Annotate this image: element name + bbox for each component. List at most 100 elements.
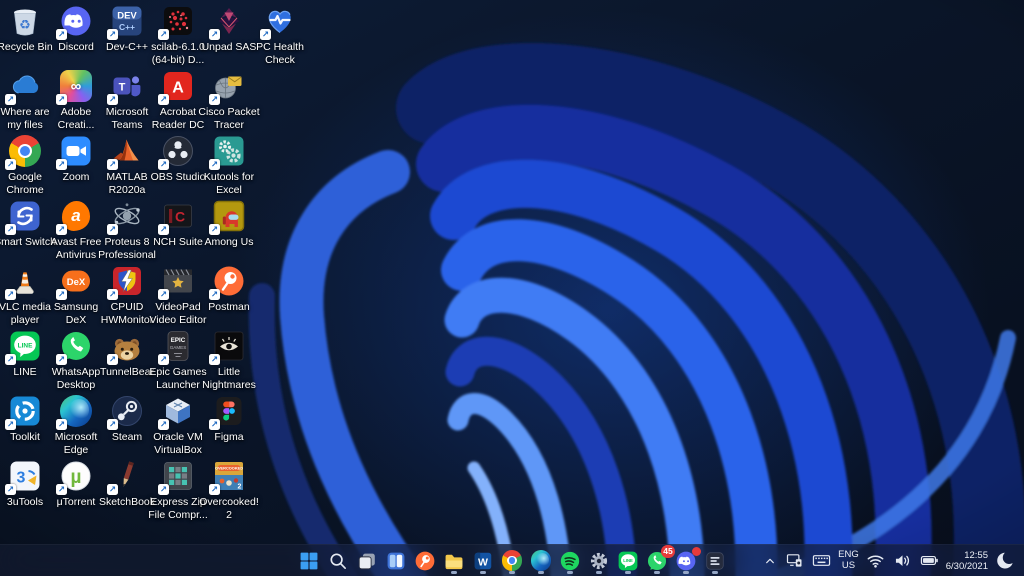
running-indicator <box>683 571 689 574</box>
desktop-icon-label: 3uTools <box>6 496 44 508</box>
running-indicator <box>712 571 718 574</box>
display-audio-icon[interactable] <box>784 550 805 571</box>
running-indicator <box>567 571 573 574</box>
svg-text:LINE: LINE <box>623 557 633 562</box>
taskbar-whatsapp-button[interactable]: 45 <box>644 544 675 575</box>
shortcut-arrow-overlay: ↗ <box>56 289 67 300</box>
volume-icon[interactable] <box>892 550 913 571</box>
desktop-icon-pc-health[interactable]: ↗ PC Health Check <box>245 4 315 66</box>
steam-icon: ↗ <box>107 394 144 430</box>
onedrive-icon: ↗ <box>5 69 42 105</box>
taskbar-settings-button[interactable] <box>586 547 612 575</box>
taskbar-search-button[interactable] <box>325 547 351 575</box>
taskbar-edge-button[interactable] <box>528 547 554 575</box>
shortcut-arrow-overlay: ↗ <box>209 159 220 170</box>
shortcut-arrow-overlay: ↗ <box>158 29 169 40</box>
desktop-icon-cisco-pt[interactable]: ↗ Cisco Packet Tracer <box>194 69 264 131</box>
pc-health-icon: ↗ <box>260 4 297 40</box>
language-line2: US <box>841 559 856 571</box>
shortcut-arrow-overlay: ↗ <box>209 419 220 430</box>
desktop-icon-label: Postman <box>208 301 250 313</box>
shortcut-arrow-overlay: ↗ <box>56 94 67 105</box>
shortcut-arrow-overlay: ↗ <box>56 419 67 430</box>
svg-text:DeX: DeX <box>67 277 86 288</box>
taskbar-widgets-button[interactable] <box>383 547 409 575</box>
shortcut-arrow-overlay: ↗ <box>56 484 67 495</box>
taskbar-chrome-button[interactable] <box>499 547 525 575</box>
taskbar-line-button[interactable]: LINE <box>615 547 641 575</box>
proteus-icon: ↗ <box>107 199 144 235</box>
desktop-icon-label: PC Health Check <box>256 41 304 66</box>
kutools-icon: ↗ <box>209 134 246 170</box>
little-nightmares-icon: ↗ <box>209 329 246 365</box>
avast-icon: a ↗ <box>56 199 93 235</box>
taskbar-file-explorer-button[interactable] <box>441 547 467 575</box>
desktop-icon-label: Overcooked! 2 <box>199 496 259 521</box>
desktop-icon-label: Toolkit <box>10 431 40 443</box>
virtualbox-icon: ↗ <box>158 394 195 430</box>
shortcut-arrow-overlay: ↗ <box>107 419 118 430</box>
taskbar-spotify-button[interactable] <box>557 547 583 575</box>
desktop-icon-kutools[interactable]: ↗ Kutools for Excel <box>194 134 264 196</box>
shortcut-arrow-overlay: ↗ <box>56 159 67 170</box>
language-indicator[interactable]: ENG US <box>838 549 859 571</box>
clock[interactable]: 12:55 6/30/2021 <box>946 550 988 572</box>
taskbar-start-button[interactable] <box>296 547 322 575</box>
edge-icon: ↗ <box>56 394 93 430</box>
svg-text:♻: ♻ <box>19 17 31 32</box>
svg-text:LINE: LINE <box>18 343 33 350</box>
scilab-icon: ↗ <box>158 4 195 40</box>
clock-date: 6/30/2021 <box>945 560 988 572</box>
line-icon: LINE ↗ <box>5 329 42 365</box>
language-line1: ENG <box>838 549 859 560</box>
settings-icon <box>588 550 610 572</box>
desktop-icon-postman[interactable]: ↗ Postman <box>194 264 264 314</box>
matlab-icon: ↗ <box>107 134 144 170</box>
wifi-icon[interactable] <box>865 550 886 571</box>
teams-icon: T ↗ <box>107 69 144 105</box>
focus-assist-icon[interactable] <box>994 550 1015 571</box>
file-explorer-icon <box>443 550 465 572</box>
taskbar-pinned-apps: W LINE 45 <box>296 544 728 576</box>
videopad-icon: ↗ <box>158 264 195 300</box>
spotify-icon <box>559 550 581 572</box>
desktop-icon-label: Dev-C++ <box>105 41 148 53</box>
shortcut-arrow-overlay: ↗ <box>260 29 271 40</box>
shortcut-arrow-overlay: ↗ <box>209 94 220 105</box>
taskbar-task-view-button[interactable] <box>354 547 380 575</box>
desktop-icon-little-nightmares[interactable]: ↗ Little Nightmares <box>194 329 264 391</box>
taskbar-word-button[interactable]: W <box>470 547 496 575</box>
system-tray: ENG US 12:55 6/30/2021 <box>762 545 1024 576</box>
battery-icon[interactable] <box>919 550 940 571</box>
discord-icon: ↗ <box>56 4 93 40</box>
start-icon <box>298 550 320 572</box>
figma-icon: ↗ <box>209 394 246 430</box>
hidden-icons-chevron[interactable] <box>762 553 778 569</box>
chrome-icon: ↗ <box>5 134 42 170</box>
taskbar-postman-button[interactable] <box>412 547 438 575</box>
desktop-icon-grid: ♻ Recycle Bin ↗ Discord DEV C++ ↗ Dev-C++ ↗ scila… <box>0 0 1024 544</box>
cisco-pt-icon: ↗ <box>209 69 246 105</box>
taskbar: W LINE 45 ENG US 12:55 6/30/2021 <box>0 544 1024 576</box>
obs-icon: ↗ <box>158 134 195 170</box>
svg-text:W: W <box>478 556 488 568</box>
taskbar-discord-button[interactable] <box>673 546 701 575</box>
3utools-icon: 3 ↗ <box>5 459 42 495</box>
taskbar-list-app-button[interactable] <box>702 547 728 575</box>
desktop-icon-figma[interactable]: ↗ Figma <box>194 394 264 444</box>
overcooked-icon: OVERCOOKED 2 ↗ <box>209 459 246 495</box>
desktop-icon-among-us[interactable]: ↗ Among Us <box>194 199 264 249</box>
touch-keyboard-icon[interactable] <box>811 550 832 571</box>
running-indicator <box>509 571 515 574</box>
svg-text:C: C <box>175 209 185 225</box>
svg-text:T: T <box>119 82 126 94</box>
desktop-icon-label: Microsoft Teams <box>105 106 149 131</box>
svg-text:GAMES: GAMES <box>170 345 187 350</box>
desktop-icon-overcooked[interactable]: OVERCOOKED 2 ↗ Overcooked! 2 <box>194 459 264 521</box>
edge-icon <box>530 550 552 572</box>
desktop-icon-label: Zoom <box>62 171 90 183</box>
cpuid-icon: ↗ <box>107 264 144 300</box>
shortcut-arrow-overlay: ↗ <box>107 354 118 365</box>
desktop-icon-label: μTorrent <box>56 496 96 508</box>
vlc-icon: ↗ <box>5 264 42 300</box>
